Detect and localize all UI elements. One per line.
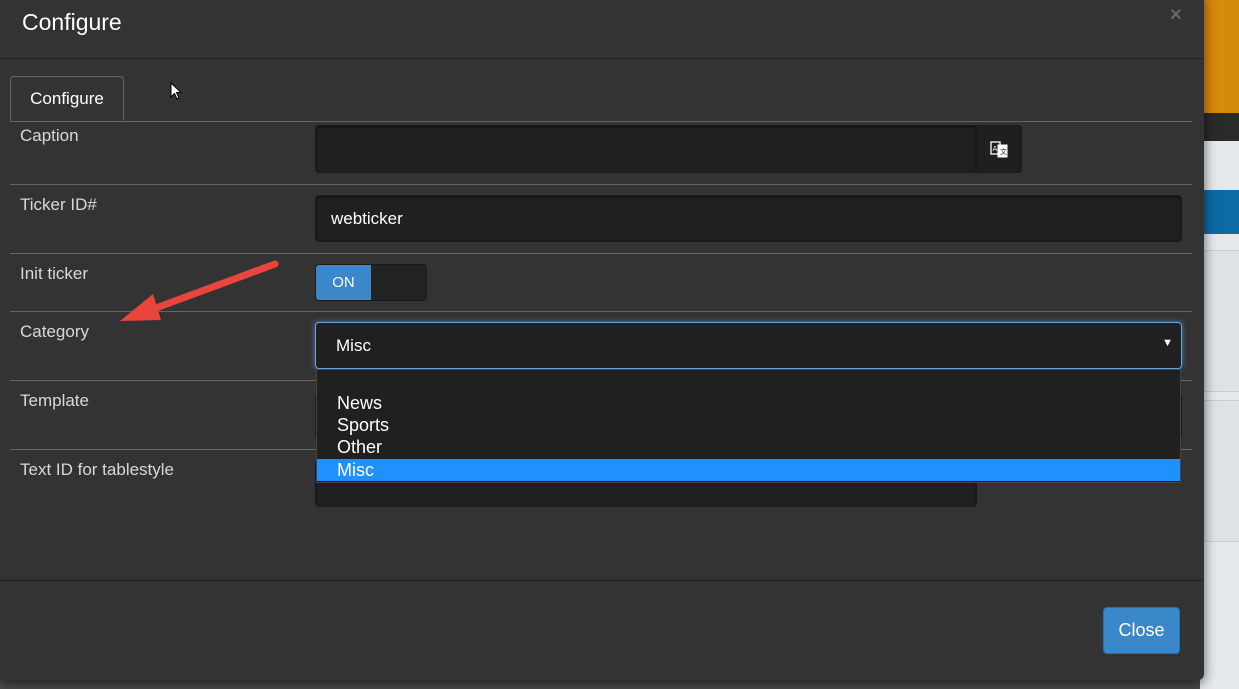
modal-footer-divider bbox=[0, 580, 1204, 581]
ticker-id-label: Ticker ID# bbox=[20, 195, 97, 214]
text-id-label: Text ID for tablestyle bbox=[20, 460, 175, 479]
template-label: Template bbox=[20, 391, 89, 410]
category-option-news[interactable]: News bbox=[317, 392, 1180, 414]
caption-input[interactable] bbox=[315, 125, 977, 173]
category-option-other[interactable]: Other bbox=[317, 436, 1180, 458]
close-button[interactable]: Close bbox=[1103, 607, 1180, 654]
tab-configure[interactable]: Configure bbox=[10, 76, 124, 121]
category-option-misc[interactable]: Misc bbox=[317, 459, 1180, 481]
close-icon[interactable]: × bbox=[1170, 4, 1182, 27]
category-select-value: Misc bbox=[336, 336, 371, 355]
background-panel bbox=[1200, 400, 1239, 542]
category-select[interactable]: Misc ▼ bbox=[315, 322, 1182, 369]
svg-text:文: 文 bbox=[1000, 147, 1007, 156]
category-option-sports[interactable]: Sports bbox=[317, 414, 1180, 436]
init-ticker-label: Init ticker bbox=[20, 264, 89, 283]
translate-button[interactable]: A 文 bbox=[976, 125, 1022, 173]
background-dark-strip bbox=[1200, 113, 1239, 141]
annotation-arrow-icon bbox=[120, 260, 279, 321]
background-blue-strip bbox=[1200, 190, 1239, 234]
category-label: Category bbox=[20, 322, 89, 341]
caption-label: Caption bbox=[20, 126, 79, 145]
mouse-cursor-icon bbox=[170, 82, 183, 100]
chevron-down-icon: ▼ bbox=[1162, 337, 1173, 349]
init-ticker-toggle[interactable]: ON bbox=[315, 264, 427, 301]
svg-text:A: A bbox=[993, 145, 998, 153]
category-dropdown: News Sports Other Misc bbox=[316, 369, 1181, 483]
modal-title: Configure bbox=[22, 9, 122, 35]
translate-icon: A 文 bbox=[990, 141, 1008, 158]
ticker-id-input[interactable] bbox=[315, 195, 1182, 242]
modal-header: Configure × bbox=[0, 0, 1204, 59]
background-panel bbox=[1200, 250, 1239, 392]
background-header-strip bbox=[1200, 0, 1239, 113]
toggle-on-label: ON bbox=[316, 265, 371, 300]
